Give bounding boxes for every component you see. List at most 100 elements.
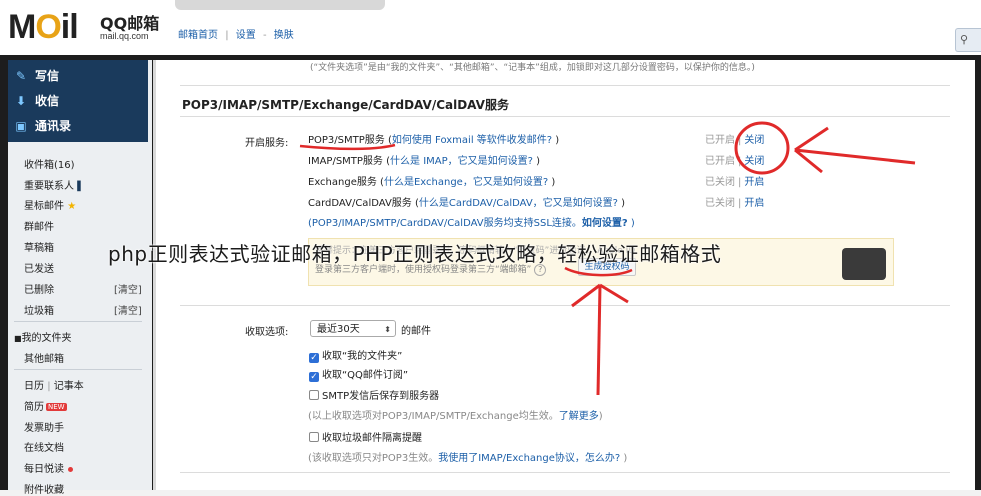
service-row-caldav: CardDAV/CalDAV服务 (什么是CardDAV/CalDAV，它又是如… bbox=[308, 194, 625, 209]
sidebar-item-label: 星标邮件 bbox=[24, 201, 64, 212]
notification-dot bbox=[68, 466, 73, 472]
toggle-pop3-button[interactable]: 关闭 bbox=[744, 135, 764, 146]
checkbox-checked-icon[interactable]: ✓ bbox=[309, 372, 319, 382]
nav-skin[interactable]: 换肤 bbox=[274, 30, 294, 41]
state-separator: | bbox=[738, 198, 742, 209]
receive-label: 收信 bbox=[35, 94, 60, 108]
service-state-exchange: 已关闭 | 开启 bbox=[705, 173, 764, 188]
service-row-imap: IMAP/SMTP服务 (什么是 IMAP，它又是如何设置? ) bbox=[308, 152, 540, 167]
sidebar-item-label: 我的文件夹 bbox=[21, 333, 72, 344]
sidebar-item-invoice[interactable]: 发票助手 bbox=[24, 419, 64, 434]
imap-help-link[interactable]: 我使用了IMAP/Exchange协议，怎么办? bbox=[438, 453, 620, 464]
sidebar-divider bbox=[14, 321, 142, 322]
state-text: 已开启 bbox=[705, 135, 735, 146]
paren-close: ) bbox=[532, 156, 541, 167]
sidebar-item-deleted[interactable]: 已删除 bbox=[24, 281, 54, 296]
checkbox-my-folders[interactable]: ✓ 收取“我的文件夹” bbox=[309, 347, 402, 363]
sidebar-item-docs[interactable]: 在线文档 bbox=[24, 439, 64, 454]
state-text: 已关闭 bbox=[705, 198, 735, 209]
paren-open: ( bbox=[382, 156, 391, 167]
receive-button[interactable]: ⬇ 收信 bbox=[12, 92, 59, 109]
ssl-howto-link[interactable]: 如何设置? bbox=[582, 218, 628, 229]
select-value: 最近30天 bbox=[317, 324, 360, 335]
sidebar-item-vip[interactable]: 重要联系人 ▌ bbox=[24, 177, 84, 192]
star-icon: ★ bbox=[67, 201, 77, 212]
qqmail-logo[interactable]: MOil bbox=[8, 8, 79, 47]
logo-letter-m: M bbox=[8, 8, 36, 46]
bookmark-icon: ▌ bbox=[77, 182, 85, 192]
section-divider bbox=[180, 85, 950, 86]
ssl-note: (POP3/IMAP/SMTP/CardDAV/CalDAV服务均支持SSL连接… bbox=[308, 214, 635, 229]
sidebar-item-daily-read[interactable]: 每日悦读 bbox=[24, 460, 73, 475]
sidebar-item-attachments[interactable]: 附件收藏 bbox=[24, 481, 64, 496]
enable-service-label: 开启服务: bbox=[245, 138, 289, 149]
top-nav: 邮箱首页 | 设置 - 换肤 bbox=[178, 26, 298, 41]
paren-close: ) bbox=[548, 177, 556, 188]
sidebar-item-calendar[interactable]: 日历 | 记事本 bbox=[24, 377, 84, 392]
contacts-button[interactable]: ▣ 通讯录 bbox=[12, 117, 71, 134]
ssl-note-text: (POP3/IMAP/SMTP/CardDAV/CalDAV服务均支持SSL连接… bbox=[308, 218, 582, 229]
help-link[interactable]: 如何使用 Foxmail 等软件收发邮件? bbox=[392, 135, 552, 146]
checkbox-qq-subscription[interactable]: ✓ 收取“QQ邮件订阅” bbox=[309, 366, 408, 382]
nav-mail-home[interactable]: 邮箱首页 bbox=[178, 30, 218, 41]
search-button[interactable]: ⚲ bbox=[955, 28, 981, 52]
contacts-label: 通讯录 bbox=[35, 119, 72, 133]
folder-options-note: (“文件夹选项”是由“我的文件夹”、“其他邮箱”、“记事本”组成，加锁即对这几部… bbox=[310, 63, 755, 73]
checkbox-junk-reminder[interactable]: 收取垃圾邮件隔离提醒 bbox=[309, 429, 422, 444]
service-row-pop3: POP3/SMTP服务 (如何使用 Foxmail 等软件收发邮件? ) bbox=[308, 131, 559, 146]
sidebar-item-inbox[interactable]: 收件箱(16) bbox=[24, 156, 75, 171]
service-row-exchange: Exchange服务 (什么是Exchange，它又是如何设置? ) bbox=[308, 173, 555, 188]
section-title: POP3/IMAP/SMTP/Exchange/CardDAV/CalDAV服务 bbox=[182, 98, 509, 112]
compose-label: 写信 bbox=[35, 69, 60, 83]
checkbox-label: 收取“QQ邮件订阅” bbox=[322, 370, 409, 381]
nav-separator: | bbox=[47, 381, 51, 392]
sidebar-item-resume[interactable]: 简历 NEW bbox=[24, 398, 67, 413]
help-link[interactable]: 什么是 IMAP，它又是如何设置? bbox=[390, 156, 533, 167]
logo-url-text: mail.qq.com bbox=[100, 31, 149, 41]
select-arrows-icon: ⬍ bbox=[384, 325, 391, 334]
toggle-exchange-button[interactable]: 开启 bbox=[744, 177, 764, 188]
state-text: 已开启 bbox=[705, 156, 735, 167]
receive-range-select[interactable]: 最近30天 ⬍ bbox=[310, 320, 396, 337]
sidebar-item-other-mailbox[interactable]: 其他邮箱 bbox=[24, 350, 64, 365]
compose-button[interactable]: ✎ 写信 bbox=[12, 67, 59, 84]
contacts-icon: ▣ bbox=[15, 119, 27, 133]
checkbox-unchecked-icon[interactable] bbox=[309, 390, 319, 400]
sidebar-item-group[interactable]: 群邮件 bbox=[24, 218, 54, 233]
new-badge: NEW bbox=[46, 403, 67, 411]
overlay-caption: php正则表达式验证邮箱，PHP正则表达式攻略，轻松验证邮箱格式 bbox=[108, 242, 722, 266]
state-separator: | bbox=[738, 177, 742, 188]
checkbox-checked-icon[interactable]: ✓ bbox=[309, 353, 319, 363]
nav-separator: - bbox=[262, 30, 267, 41]
sidebar-item-my-folders[interactable]: ■我的文件夹 bbox=[14, 329, 72, 344]
state-separator: | bbox=[738, 156, 742, 167]
sidebar-item-label: 每日悦读 bbox=[24, 464, 64, 475]
learn-more-link[interactable]: 了解更多 bbox=[559, 411, 599, 422]
paren-close: ) bbox=[598, 411, 603, 422]
sidebar-item-label: 重要联系人 bbox=[24, 181, 74, 192]
receive-suffix: 的邮件 bbox=[401, 326, 431, 337]
sidebar-item-notes[interactable]: 记事本 bbox=[54, 381, 84, 392]
service-name: CardDAV/CalDAV服务 bbox=[308, 198, 412, 209]
help-link[interactable]: 什么是Exchange，它又是如何设置? bbox=[384, 177, 548, 188]
logo-letters-il: il bbox=[60, 8, 79, 46]
service-state-imap: 已开启 | 关闭 bbox=[705, 152, 764, 167]
paren-close: ) bbox=[627, 218, 635, 229]
phone-qr-icon bbox=[842, 248, 886, 280]
section-divider bbox=[180, 116, 950, 117]
toggle-caldav-button[interactable]: 开启 bbox=[744, 198, 764, 209]
search-icon: ⚲ bbox=[960, 33, 969, 46]
checkbox-unchecked-icon[interactable] bbox=[309, 432, 319, 442]
sidebar-item-drafts[interactable]: 草稿箱 bbox=[24, 239, 54, 254]
inbox-download-icon: ⬇ bbox=[15, 94, 27, 108]
logo-letter-o: O bbox=[35, 8, 61, 46]
help-link[interactable]: 什么是CardDAV/CalDAV，它又是如何设置? bbox=[419, 198, 618, 209]
sidebar-item-junk[interactable]: 垃圾箱 bbox=[24, 302, 54, 317]
checkbox-smtp-save[interactable]: SMTP发信后保存到服务器 bbox=[309, 387, 439, 402]
sidebar-item-sent[interactable]: 已发送 bbox=[24, 260, 54, 275]
toggle-imap-button[interactable]: 关闭 bbox=[744, 156, 764, 167]
nav-settings[interactable]: 设置 bbox=[236, 30, 256, 41]
receive-options-label: 收取选项: bbox=[245, 327, 289, 338]
sidebar-item-label: 简历 bbox=[24, 402, 44, 413]
sidebar-item-starred[interactable]: 星标邮件 ★ bbox=[24, 197, 76, 212]
